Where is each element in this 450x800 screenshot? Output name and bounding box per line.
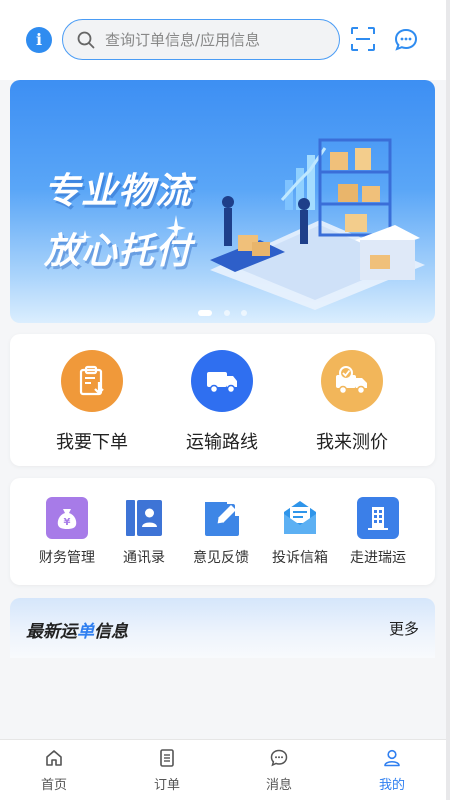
section-title: 最新运单信息	[26, 617, 128, 642]
search-placeholder: 查询订单信息/应用信息	[105, 31, 261, 49]
section-title-part2: 信息	[94, 622, 128, 642]
scroll-edge	[446, 0, 450, 800]
place-order-label: 我要下单	[56, 432, 128, 453]
banner-headline-1: 专业物流	[44, 171, 193, 212]
message-icon	[270, 749, 288, 767]
price-estimate-label: 我来测价	[316, 432, 388, 453]
about-ruiyun-label: 走进瑞运	[350, 550, 406, 566]
contacts-label: 通讯录	[123, 550, 165, 566]
home-icon	[46, 750, 62, 766]
price-estimate-button[interactable]: 我来测价	[287, 350, 417, 454]
search-input[interactable]: 查询订单信息/应用信息	[62, 19, 340, 60]
tab-orders[interactable]: 订单	[127, 748, 207, 793]
finance-management-label: 财务管理	[39, 550, 95, 566]
tab-messages-label: 消息	[265, 778, 292, 793]
place-order-button[interactable]: 我要下单	[27, 350, 157, 454]
complaint-mailbox-label: 投诉信箱	[272, 550, 328, 566]
profile-icon	[384, 749, 400, 767]
tab-messages[interactable]: 消息	[239, 748, 319, 793]
scan-icon[interactable]	[350, 26, 376, 52]
order-list-icon	[160, 749, 174, 767]
carousel-dot[interactable]	[223, 309, 230, 316]
money-bag-icon: ¥	[46, 497, 88, 539]
contacts-button[interactable]: 通讯录	[103, 497, 185, 567]
transport-route-button[interactable]: 运输路线	[157, 350, 287, 454]
carousel-dot[interactable]	[198, 309, 213, 316]
contacts-icon	[123, 497, 165, 539]
feedback-button[interactable]: 意见反馈	[180, 497, 262, 567]
feedback-edit-icon	[200, 497, 242, 539]
svg-text:¥: ¥	[64, 517, 71, 528]
latest-waybill-section: 最新运单信息 更多	[10, 598, 435, 658]
building-icon	[357, 497, 399, 539]
warehouse-illustration	[210, 138, 425, 310]
chat-icon[interactable]	[393, 27, 419, 53]
info-icon[interactable]: i	[26, 27, 52, 53]
more-link[interactable]: 更多	[389, 618, 419, 639]
promo-banner[interactable]: 专业物流 放心托付	[10, 80, 435, 323]
tab-orders-label: 订单	[153, 778, 180, 793]
search-icon	[77, 31, 95, 48]
finance-management-button[interactable]: ¥ 财务管理	[26, 497, 108, 567]
order-clipboard-icon	[61, 350, 123, 412]
top-bar: i 查询订单信息/应用信息	[0, 0, 450, 80]
feedback-label: 意见反馈	[193, 550, 249, 566]
banner-headline-2: 放心托付	[44, 231, 193, 272]
section-title-highlight: 单	[77, 622, 94, 642]
carousel-dot[interactable]	[240, 309, 247, 316]
about-ruiyun-button[interactable]: 走进瑞运	[337, 497, 419, 567]
bottom-nav: 首页 订单 消息 我的	[0, 739, 450, 800]
sub-services-card: ¥ 财务管理 通讯录 意见反馈 投诉信箱 走进瑞运	[10, 478, 435, 585]
complaint-mailbox-button[interactable]: 投诉信箱	[259, 497, 341, 567]
tab-profile-label: 我的	[378, 778, 405, 793]
carousel-indicator[interactable]	[10, 302, 435, 321]
truck-icon	[191, 350, 253, 412]
tab-home-label: 首页	[40, 778, 67, 793]
main-services-card: 我要下单 运输路线 我来测价	[10, 334, 435, 466]
tab-profile[interactable]: 我的	[352, 748, 432, 793]
mailbox-icon	[279, 497, 321, 539]
transport-route-label: 运输路线	[186, 432, 258, 453]
tab-home[interactable]: 首页	[14, 748, 94, 793]
price-truck-icon	[321, 350, 383, 412]
section-title-part1: 最新运	[26, 622, 77, 642]
